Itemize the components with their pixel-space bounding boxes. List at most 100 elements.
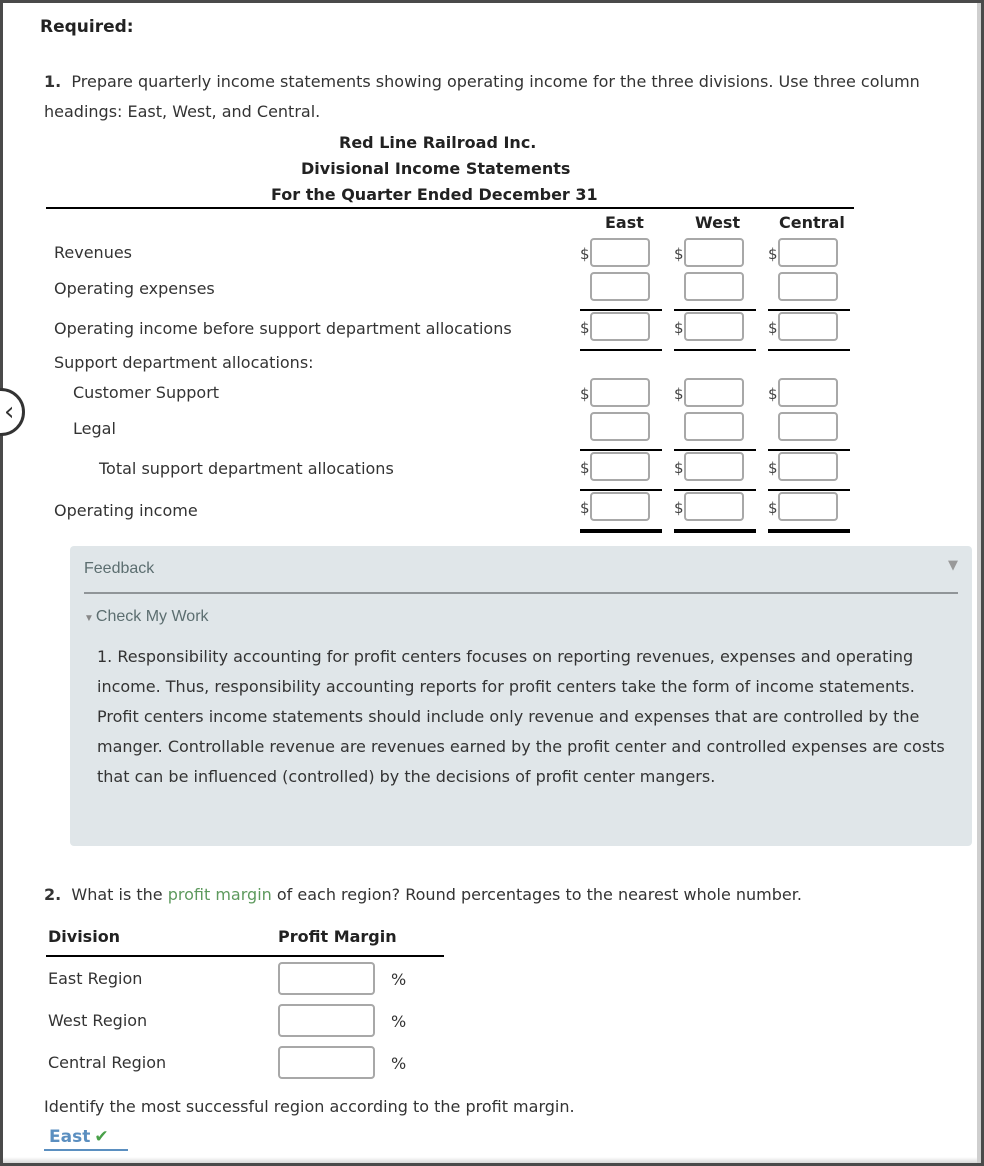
east-revenues-input[interactable] (590, 238, 650, 267)
dollar-sign: $ (580, 459, 590, 477)
row-label-revenues: Revenues (54, 243, 133, 262)
question-number: 1. (44, 72, 62, 91)
feedback-text: 1. Responsibility accounting for profit … (97, 647, 945, 786)
east-operating-expenses-input[interactable] (590, 272, 650, 301)
west-customer-support-input[interactable] (684, 378, 744, 407)
subtotal-rule (580, 349, 662, 351)
company-name: Red Line Railroad Inc. (339, 133, 537, 152)
statement-title: Divisional Income Statements (301, 159, 571, 178)
subtotal-rule (674, 309, 756, 311)
central-profit-margin-input[interactable] (278, 1046, 375, 1079)
subtotal-rule (674, 349, 756, 351)
column-header-central: Central (779, 213, 845, 232)
west-region-label: West Region (48, 1011, 148, 1030)
east-region-label: East Region (48, 969, 143, 988)
collapse-arrow-icon[interactable]: ▼ (948, 558, 958, 573)
row-label-legal: Legal (73, 419, 116, 438)
bottom-shadow (3, 1157, 977, 1163)
west-total-support-input[interactable] (684, 452, 744, 481)
statement-period: For the Quarter Ended December 31 (271, 185, 598, 204)
selected-answer: East (49, 1127, 91, 1147)
west-operating-expenses-input[interactable] (684, 272, 744, 301)
west-revenues-input[interactable] (684, 238, 744, 267)
central-operating-income-input[interactable] (778, 492, 838, 521)
total-double-rule (580, 529, 662, 533)
subtotal-rule (768, 449, 850, 451)
dollar-sign: $ (674, 499, 684, 517)
most-successful-region-select[interactable]: East ✔ (44, 1127, 128, 1151)
subtotal-rule (674, 449, 756, 451)
header-rule (46, 207, 854, 209)
column-header-west: West (695, 213, 741, 232)
feedback-title: Feedback (84, 560, 155, 577)
feedback-divider (84, 592, 958, 594)
question-2-text-after: of each region? Round percentages to the… (276, 885, 802, 904)
subtotal-rule (768, 489, 850, 491)
row-label-total-support: Total support department allocations (99, 459, 394, 478)
question-1-body: Prepare quarterly income statements show… (44, 72, 920, 121)
dollar-sign: $ (674, 385, 684, 403)
west-legal-input[interactable] (684, 412, 744, 441)
dollar-sign: $ (674, 245, 684, 263)
question-2-text: 2. What is the profit margin of each reg… (44, 885, 802, 904)
central-legal-input[interactable] (778, 412, 838, 441)
previous-button[interactable]: ‹ (0, 388, 25, 436)
central-total-support-input[interactable] (778, 452, 838, 481)
question-number: 2. (44, 885, 62, 904)
dollar-sign: $ (768, 319, 778, 337)
question-page: ‹ Required: 1. Prepare quarterly income … (0, 3, 981, 1163)
central-revenues-input[interactable] (778, 238, 838, 267)
west-operating-income-input[interactable] (684, 492, 744, 521)
central-region-label: Central Region (48, 1053, 167, 1072)
chevron-left-icon: ‹ (4, 397, 15, 427)
row-label-support-allocations: Support department allocations: (54, 353, 314, 372)
required-heading: Required: (40, 17, 134, 37)
percent-unit: % (391, 970, 407, 989)
central-operating-expenses-input[interactable] (778, 272, 838, 301)
subtotal-rule (580, 489, 662, 491)
profit-margin-link[interactable]: profit margin (168, 885, 272, 904)
percent-unit: % (391, 1054, 407, 1073)
dollar-sign: $ (768, 459, 778, 477)
identify-prompt: Identify the most successful region acco… (44, 1097, 575, 1116)
question-2-text-before: What is the (71, 885, 163, 904)
central-operating-income-before-input[interactable] (778, 312, 838, 341)
dollar-sign: $ (580, 499, 590, 517)
central-customer-support-input[interactable] (778, 378, 838, 407)
dollar-sign: $ (768, 245, 778, 263)
east-legal-input[interactable] (590, 412, 650, 441)
table-header-rule (46, 955, 444, 957)
row-label-operating-expenses: Operating expenses (54, 279, 215, 298)
east-operating-income-before-input[interactable] (590, 312, 650, 341)
feedback-panel: Feedback ▼ ▼ Check My Work 1. Responsibil… (70, 546, 972, 846)
subtotal-rule (768, 349, 850, 351)
subtotal-rule (768, 309, 850, 311)
dollar-sign: $ (674, 319, 684, 337)
dollar-sign: $ (674, 459, 684, 477)
dollar-sign: $ (580, 319, 590, 337)
check-my-work-label: Check My Work (95, 608, 209, 625)
east-operating-income-input[interactable] (590, 492, 650, 521)
percent-unit: % (391, 1012, 407, 1031)
total-double-rule (674, 529, 756, 533)
total-double-rule (768, 529, 850, 533)
row-label-operating-income: Operating income (54, 501, 198, 520)
dollar-sign: $ (580, 245, 590, 263)
profit-margin-header: Profit Margin (278, 927, 397, 946)
east-total-support-input[interactable] (590, 452, 650, 481)
west-operating-income-before-input[interactable] (684, 312, 744, 341)
west-profit-margin-input[interactable] (278, 1004, 375, 1037)
dollar-sign: $ (768, 385, 778, 403)
division-header: Division (48, 927, 121, 946)
row-label-customer-support: Customer Support (73, 383, 220, 402)
subtotal-rule (580, 309, 662, 311)
dollar-sign: $ (580, 385, 590, 403)
subtotal-rule (674, 489, 756, 491)
check-my-work-toggle[interactable]: ▼ Check My Work (84, 608, 209, 626)
column-header-east: East (605, 213, 644, 232)
east-customer-support-input[interactable] (590, 378, 650, 407)
question-1-text: 1. Prepare quarterly income statements s… (44, 67, 974, 127)
row-label-operating-income-before: Operating income before support departme… (54, 319, 512, 338)
east-profit-margin-input[interactable] (278, 962, 375, 995)
checkmark-icon: ✔ (94, 1127, 109, 1147)
